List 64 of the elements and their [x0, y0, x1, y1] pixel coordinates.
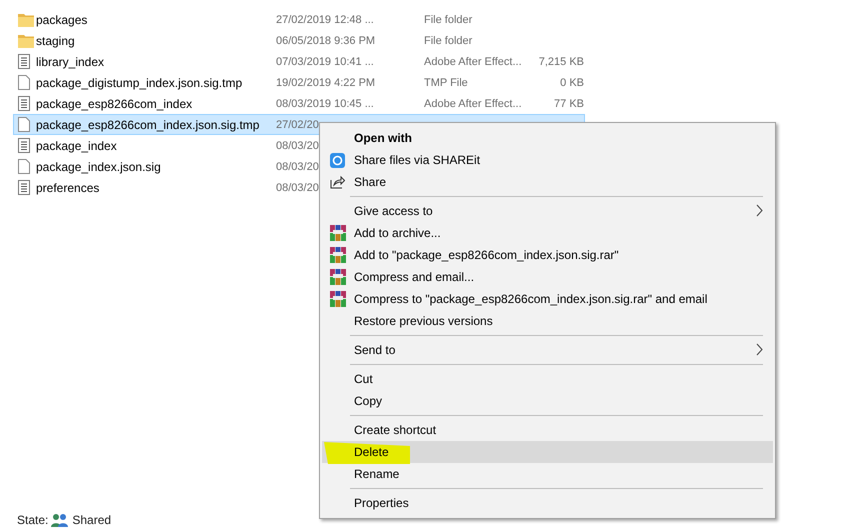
document-icon — [18, 180, 30, 195]
menu-item[interactable]: Compress and email... — [322, 266, 773, 288]
folder-icon — [18, 34, 34, 48]
menu-item[interactable]: Share — [322, 171, 773, 193]
file-size: 7,215 KB — [538, 56, 584, 68]
menu-item[interactable]: Delete — [322, 441, 773, 463]
file-icon — [18, 75, 30, 90]
archive-icon — [330, 291, 346, 307]
file-type: File folder — [424, 14, 472, 26]
file-name: package_index.json.sig — [36, 160, 161, 174]
menu-item[interactable]: Rename — [322, 463, 773, 485]
file-name: package_index — [36, 138, 117, 152]
menu-item[interactable]: Add to archive... — [322, 222, 773, 244]
file-date: 08/03/2019 10:45 ... — [276, 98, 374, 110]
file-size: 0 KB — [560, 76, 584, 88]
folder-icon — [18, 12, 34, 26]
users-icon — [51, 513, 70, 527]
shareit-icon — [330, 152, 345, 168]
file-type: Adobe After Effect... — [424, 56, 522, 68]
file-name: package_esp8266com_index.json.sig.tmp — [36, 118, 260, 132]
menu-item[interactable]: Properties — [322, 492, 773, 514]
file-type: TMP File — [424, 76, 468, 88]
file-date: 08/03/20 — [276, 140, 319, 152]
menu-item[interactable]: Share files via SHAREit — [322, 149, 773, 171]
file-type: File folder — [424, 34, 472, 46]
file-name: packages — [36, 12, 88, 26]
file-size: 77 KB — [554, 98, 584, 110]
menu-item[interactable]: Add to "package_esp8266com_index.json.sig.rar" — [322, 244, 773, 266]
menu-item[interactable]: Compress to "package_esp8266com_index.json.sig.rar" and email — [322, 288, 773, 310]
file-name: preferences — [36, 180, 100, 194]
status-value: Shared — [72, 513, 112, 527]
file-date: 19/02/2019 4:22 PM — [276, 76, 376, 88]
file-row[interactable]: library_index 07/03/2019 10:41 ... Adobe After Effect... 7,215 KB — [13, 51, 585, 72]
document-icon — [18, 96, 30, 111]
file-name: package_esp8266com_index — [36, 96, 192, 110]
file-date: 06/05/2018 9:36 PM — [276, 34, 376, 46]
file-type: Adobe After Effect... — [424, 98, 522, 110]
archive-icon — [330, 269, 346, 285]
menu-item[interactable]: Create shortcut — [322, 419, 773, 441]
file-date: 27/02/2019 12:48 ... — [276, 14, 374, 26]
file-date: 08/03/20 — [276, 160, 319, 172]
menu-item[interactable]: Give access to — [322, 200, 773, 222]
file-row[interactable]: packages 27/02/2019 12:48 ... File folder — [13, 9, 585, 30]
document-icon — [18, 138, 30, 153]
archive-icon — [330, 225, 346, 241]
file-row[interactable]: package_digistump_index.json.sig.tmp 19/02/2019 4:22 PM TMP File 0 KB — [13, 72, 585, 93]
menu-item[interactable]: Cut — [322, 368, 773, 390]
file-date: 27/02/20 — [276, 118, 319, 130]
file-row[interactable]: package_esp8266com_index 08/03/2019 10:45 ... Adobe After Effect... 77 KB — [13, 93, 585, 114]
menu-item[interactable]: Send to — [322, 339, 773, 361]
status-label: State: — [17, 513, 48, 527]
file-icon — [18, 117, 30, 132]
file-icon — [18, 159, 30, 174]
menu-item[interactable]: Restore previous versions — [322, 310, 773, 332]
file-name: staging — [36, 34, 75, 48]
share-icon — [330, 175, 345, 189]
file-date: 07/03/2019 10:41 ... — [276, 56, 374, 68]
file-name: package_digistump_index.json.sig.tmp — [36, 76, 242, 90]
file-date: 08/03/20 — [276, 182, 319, 194]
menu-item[interactable]: Copy — [322, 390, 773, 412]
archive-icon — [330, 247, 346, 263]
document-icon — [18, 54, 30, 69]
file-name: library_index — [36, 54, 104, 68]
file-row[interactable]: staging 06/05/2018 9:36 PM File folder — [13, 30, 585, 51]
